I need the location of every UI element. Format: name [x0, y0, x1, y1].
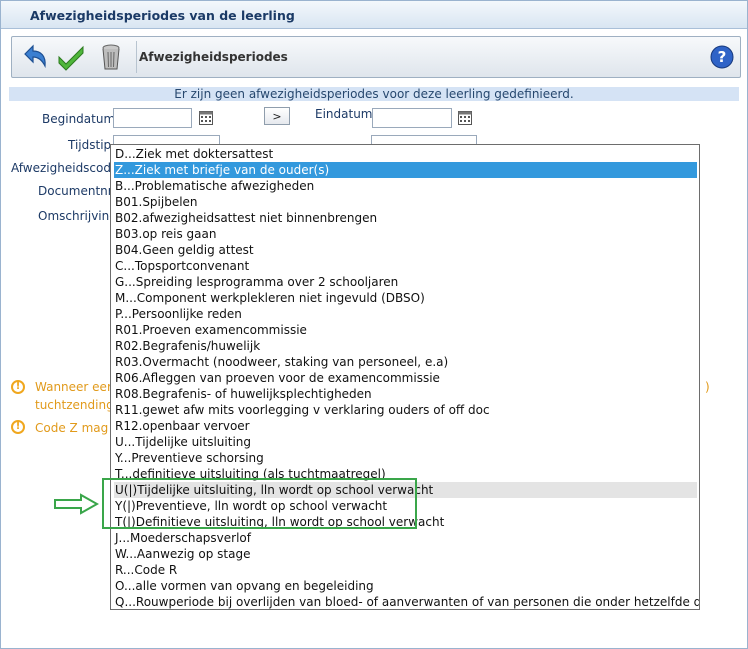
dropdown-option[interactable]: U...Tijdelijke uitsluiting — [114, 434, 697, 450]
dropdown-option[interactable]: Y(|)Preventieve, lln wordt op school ver… — [114, 498, 697, 514]
dropdown-option[interactable]: R01.Proeven examencommissie — [114, 322, 697, 338]
einddatum-label: Eindatum — [315, 107, 373, 121]
afwezigheidscode-label: Afwezigheidscode — [11, 161, 119, 175]
dropdown-option[interactable]: R06.Afleggen van proeven voor de examenc… — [114, 370, 697, 386]
undo-button[interactable] — [17, 40, 51, 74]
dropdown-option[interactable]: Z...Ziek met briefje van de ouder(s) — [114, 162, 697, 178]
begindatum-input[interactable] — [113, 108, 192, 128]
warning-icon: ! — [11, 420, 25, 434]
dropdown-option[interactable]: Q...Rouwperiode bij overlijden van bloed… — [114, 594, 699, 609]
dropdown-option[interactable]: B02.afwezigheidsattest niet binnenbrenge… — [114, 210, 697, 226]
dropdown-option[interactable]: G...Spreiding lesprogramma over 2 school… — [114, 274, 697, 290]
dropdown-option[interactable]: U(|)Tijdelijke uitsluiting, lln wordt op… — [114, 482, 697, 498]
delete-button[interactable] — [94, 40, 128, 74]
dropdown-option[interactable]: R02.Begrafenis/huwelijk — [114, 338, 697, 354]
dropdown-option[interactable]: C...Topsportconvenant — [114, 258, 697, 274]
toolbar: Afwezigheidsperiodes ? — [11, 36, 741, 78]
dialog-window: Afwezigheidsperiodes van de leerling Afw… — [0, 0, 748, 649]
calendar-icon[interactable] — [458, 111, 472, 125]
dropdown-option[interactable]: R12.openbaar vervoer — [114, 418, 697, 434]
dropdown-option[interactable]: B...Problematische afwezigheden — [114, 178, 697, 194]
arrow-right-icon — [54, 493, 99, 515]
dropdown-option[interactable]: R...Code R — [114, 562, 697, 578]
dropdown-option[interactable]: T...definitieve uitsluiting (als tuchtma… — [114, 466, 697, 482]
dropdown-option[interactable]: W...Aanwezig op stage — [114, 546, 697, 562]
help-icon: ? — [710, 45, 734, 69]
confirm-button[interactable] — [54, 40, 88, 74]
warning-text-1b: tuchtzending — [35, 398, 114, 412]
omschrijving-label: Omschrijving — [38, 209, 117, 223]
svg-text:?: ? — [718, 48, 727, 66]
dropdown-option[interactable]: B01.Spijbelen — [114, 194, 697, 210]
undo-icon — [24, 44, 46, 69]
toolbar-separator — [136, 41, 137, 73]
begindatum-label: Begindatum — [42, 112, 116, 126]
dropdown-option[interactable]: O...alle vormen van opvang en begeleidin… — [114, 578, 697, 594]
dropdown-option[interactable]: P...Persoonlijke reden — [114, 306, 697, 322]
documentnr-label: Documentnr. — [38, 184, 116, 198]
dropdown-option[interactable]: R03.Overmacht (noodweer, staking van per… — [114, 354, 697, 370]
dropdown-option[interactable]: T(|)Definitieve uitsluiting, lln wordt o… — [114, 514, 697, 530]
einddatum-input[interactable] — [372, 108, 452, 128]
warning-icon: ! — [11, 380, 25, 394]
help-button[interactable]: ? — [710, 45, 734, 69]
dropdown-option[interactable]: Y...Preventieve schorsing — [114, 450, 697, 466]
range-button[interactable]: > — [264, 107, 290, 125]
window-title: Afwezigheidsperiodes van de leerling — [30, 8, 295, 23]
warning-text-1-end: ) — [705, 380, 710, 394]
trash-icon — [102, 44, 120, 70]
afwezigheidscode-dropdown-list[interactable]: D...Ziek met doktersattest Z...Ziek met b… — [110, 144, 700, 610]
warning-text-2: Code Z mag — [35, 421, 109, 435]
title-bar: Afwezigheidsperiodes van de leerling — [1, 1, 747, 29]
dropdown-option[interactable]: J...Moederschapsverlof — [114, 530, 697, 546]
dropdown-option[interactable]: D...Ziek met doktersattest — [114, 146, 697, 162]
tijdstip-label: Tijdstip — [68, 138, 112, 152]
toolbar-title: Afwezigheidsperiodes — [139, 50, 288, 64]
checkmark-icon — [58, 45, 84, 71]
dropdown-option[interactable]: M...Component werkplekleren niet ingevul… — [114, 290, 697, 306]
no-periods-notice: Er zijn geen afwezigheidsperiodes voor d… — [9, 87, 739, 101]
dropdown-option[interactable]: R08.Begrafenis- of huwelijksplechtighede… — [114, 386, 697, 402]
dropdown-option[interactable]: B03.op reis gaan — [114, 226, 697, 242]
warning-text-1: Wanneer eer — [35, 380, 112, 394]
calendar-icon[interactable] — [199, 111, 213, 125]
dropdown-option[interactable]: R11.gewet afw mits voorlegging v verklar… — [114, 402, 697, 418]
dropdown-option[interactable]: B04.Geen geldig attest — [114, 242, 697, 258]
